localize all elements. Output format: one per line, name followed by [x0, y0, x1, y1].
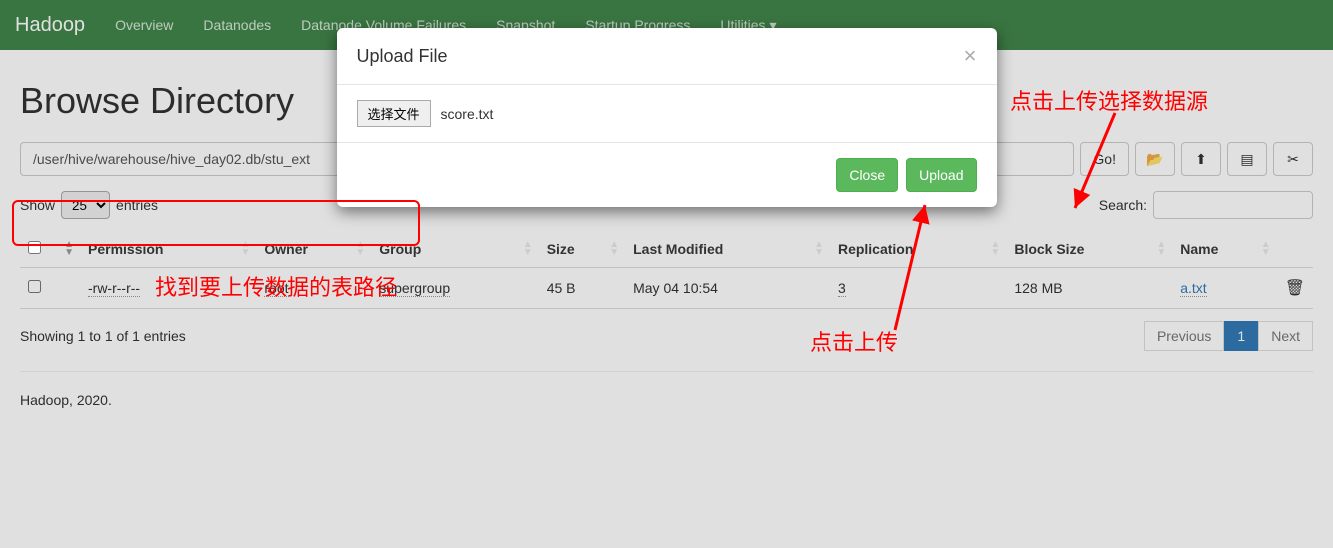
modal-close-button[interactable]: Close: [836, 158, 898, 192]
col-last-modified: Last Modified▲▼: [625, 231, 830, 268]
sort-icon[interactable]: ▲▼: [990, 241, 1000, 257]
sort-icon[interactable]: ▲▼: [609, 241, 619, 257]
sort-icon[interactable]: ▲▼: [241, 241, 251, 257]
sort-icon[interactable]: ▲▼: [355, 241, 365, 257]
sort-icon[interactable]: ▲▼: [1156, 241, 1166, 257]
modal-upload-button[interactable]: Upload: [906, 158, 976, 192]
modal-title: Upload File: [357, 46, 448, 67]
sort-icon[interactable]: ▲▼: [523, 241, 533, 257]
sort-icon[interactable]: ▲▼: [64, 241, 74, 257]
select-all-checkbox[interactable]: [28, 241, 41, 254]
sort-icon[interactable]: ▲▼: [1261, 241, 1271, 257]
col-replication: Replication▲▼: [830, 231, 1006, 268]
col-size: Size▲▼: [539, 231, 625, 268]
col-permission: Permission▲▼: [80, 231, 256, 268]
upload-modal: Upload File × 选择文件 score.txt Close Uploa…: [337, 28, 997, 207]
chosen-filename: score.txt: [441, 106, 494, 122]
modal-close-icon[interactable]: ×: [964, 43, 977, 69]
col-block-size: Block Size▲▼: [1006, 231, 1172, 268]
col-group: Group▲▼: [371, 231, 538, 268]
choose-file-button[interactable]: 选择文件: [357, 100, 431, 127]
col-name: Name▲▼: [1172, 231, 1276, 268]
col-owner: Owner▲▼: [256, 231, 371, 268]
sort-icon[interactable]: ▲▼: [814, 241, 824, 257]
